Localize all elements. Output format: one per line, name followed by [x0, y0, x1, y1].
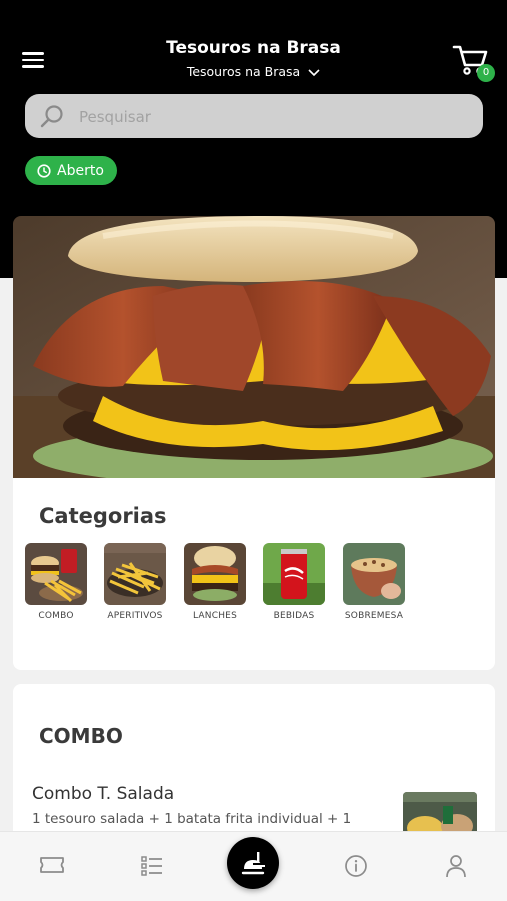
category-sobremesa[interactable]: SOBREMESA: [343, 543, 405, 621]
category-bebidas[interactable]: BEBIDAS: [263, 543, 325, 621]
category-aperitivos[interactable]: APERITIVOS: [104, 543, 166, 621]
category-label: BEBIDAS: [273, 611, 315, 621]
search-bar[interactable]: [25, 94, 483, 140]
category-lanches-image: [184, 543, 246, 605]
category-sobremesa-image: [343, 543, 405, 605]
info-icon: [345, 855, 367, 877]
menu-food-icon: [241, 852, 267, 875]
category-label: APERITIVOS: [107, 611, 163, 621]
status-badge: Aberto: [25, 156, 117, 185]
search-icon: [40, 105, 63, 128]
cart-count-badge: 0: [477, 64, 495, 82]
list-icon: [141, 856, 162, 876]
category-bebidas-image: [263, 543, 325, 605]
nav-orders-button[interactable]: [140, 855, 164, 881]
clock-icon: [37, 163, 51, 178]
category-combo[interactable]: COMBO: [25, 543, 87, 621]
category-aperitivos-image: [104, 543, 166, 605]
nav-profile-button[interactable]: [445, 854, 467, 882]
combo-section-title: COMBO: [39, 724, 123, 748]
category-label: LANCHES: [193, 611, 237, 621]
store-selector-label: Tesouros na Brasa: [186, 64, 301, 79]
chevron-down-icon: [308, 68, 320, 76]
product-name: Combo T. Salada: [32, 784, 175, 804]
product-description: 1 tesouro salada + 1 batata frita indivi…: [32, 811, 352, 827]
nav-menu-button[interactable]: [227, 837, 279, 889]
status-label: Aberto: [57, 162, 104, 179]
category-lanches[interactable]: LANCHES: [184, 543, 246, 621]
cart-button[interactable]: 0: [452, 44, 498, 84]
category-combo-image: [25, 543, 87, 605]
search-input[interactable]: [77, 94, 471, 140]
ticket-icon: [40, 857, 64, 873]
categories-card: Categorias COMBO APERITIVOS LANCHES BEBI…: [13, 478, 495, 670]
hero-banner-image: [13, 216, 495, 478]
category-label: COMBO: [38, 611, 74, 621]
user-icon: [446, 855, 466, 878]
nav-info-button[interactable]: [344, 854, 368, 882]
nav-ticket-button[interactable]: [38, 854, 66, 880]
category-label: SOBREMESA: [344, 611, 404, 621]
bottom-navigation: [0, 831, 507, 901]
store-title: Tesouros na Brasa: [166, 38, 341, 58]
categories-title: Categorias: [39, 504, 167, 528]
store-selector[interactable]: Tesouros na Brasa: [0, 64, 507, 79]
